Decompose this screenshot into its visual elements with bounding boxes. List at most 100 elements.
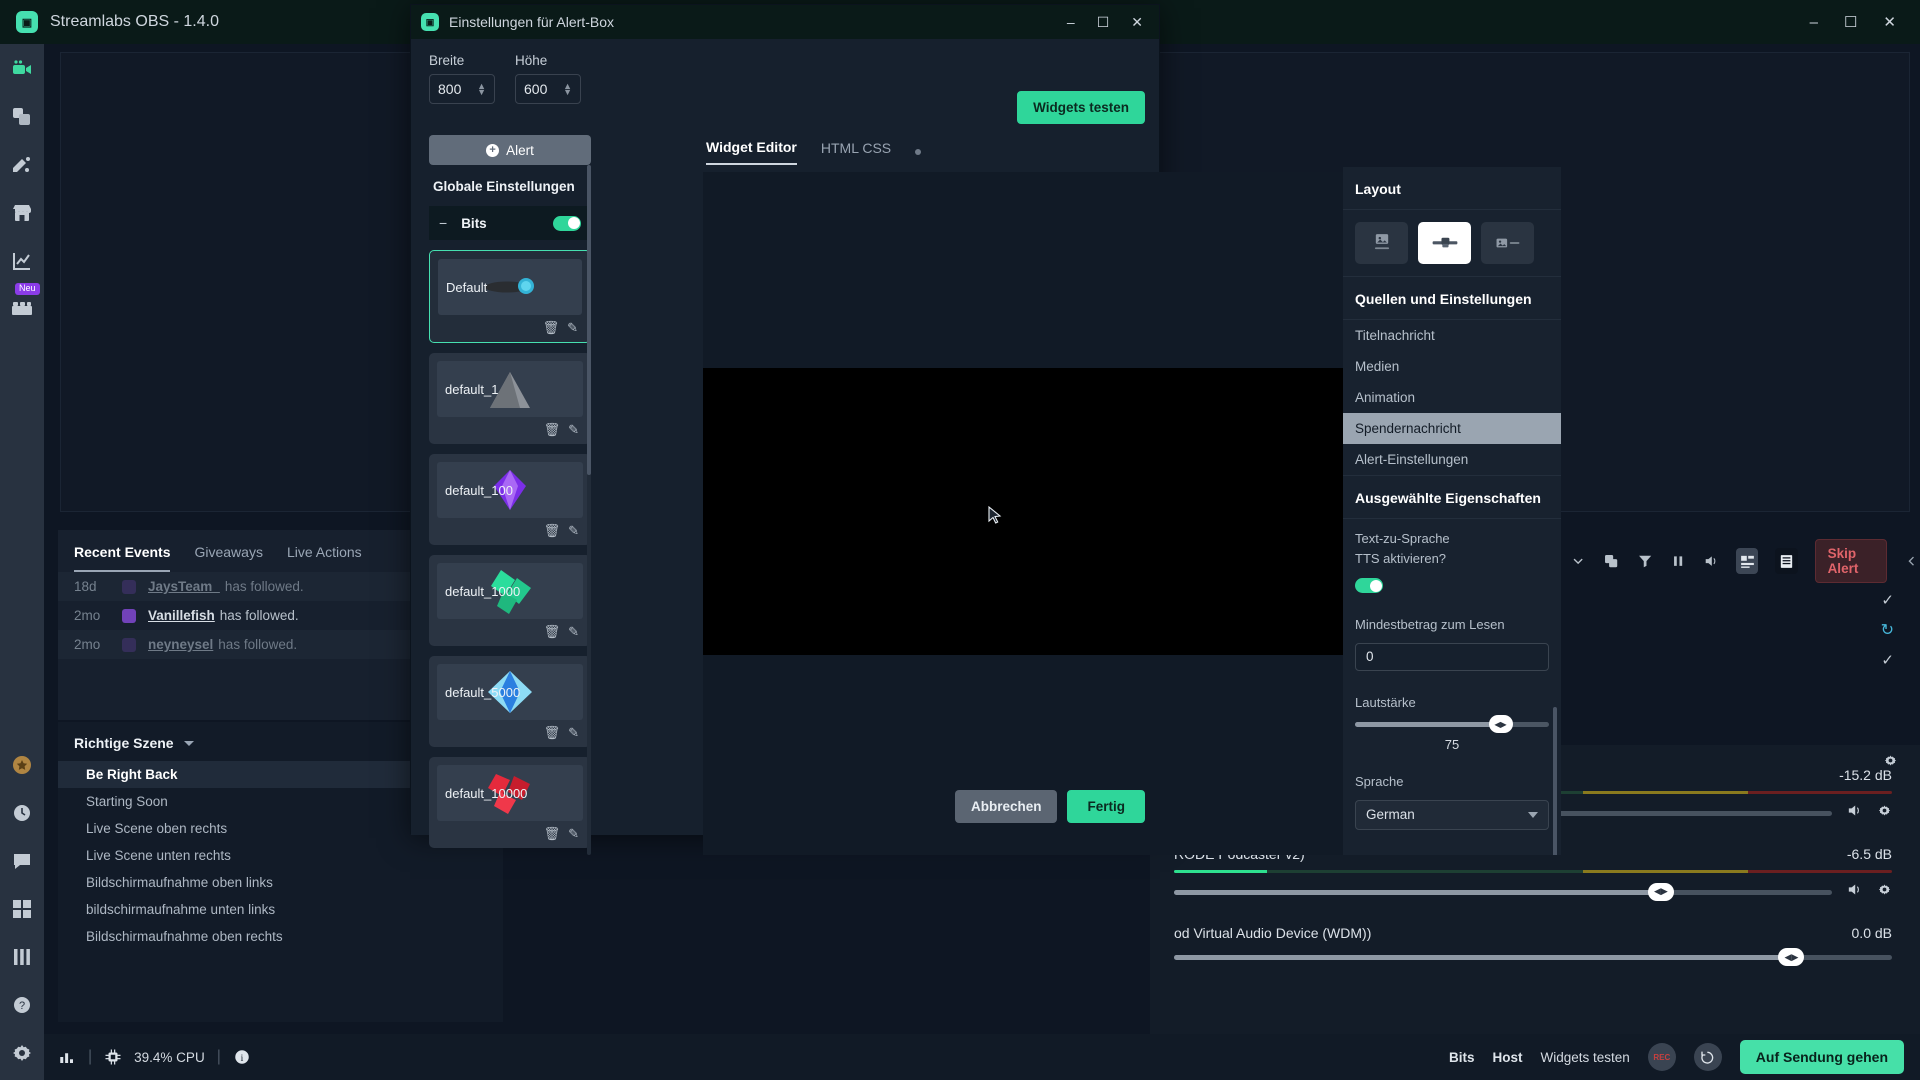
chevron-down-icon[interactable]	[1570, 550, 1586, 572]
delete-icon[interactable]: 🗑	[544, 624, 561, 640]
stepper-arrows-icon[interactable]: ▲ ▼	[477, 82, 486, 97]
delete-icon[interactable]: 🗑	[544, 523, 561, 539]
height-input[interactable]: 600 ▲ ▼	[515, 74, 581, 104]
channel-gear-icon[interactable]	[1877, 803, 1892, 823]
check-icon[interactable]: ✓	[1881, 651, 1894, 669]
pause-icon[interactable]	[1670, 550, 1686, 572]
clock-icon[interactable]	[9, 800, 35, 826]
tab-host[interactable]: Host	[1492, 1050, 1522, 1065]
dashboard-icon[interactable]	[9, 248, 35, 274]
variation-card[interactable]: default_1 🗑 ✎	[429, 353, 591, 444]
tab-recent-events[interactable]: Recent Events	[74, 544, 171, 572]
source-item-medien[interactable]: Medien	[1343, 351, 1561, 382]
minimize-icon[interactable]: –	[1810, 15, 1818, 30]
group-toggle[interactable]	[553, 215, 581, 231]
layout-list-icon[interactable]	[1775, 548, 1798, 574]
highlighter-icon[interactable]: Neu	[9, 283, 40, 322]
volume-icon[interactable]	[1703, 550, 1719, 572]
volume-knob[interactable]: ◀▶	[1778, 948, 1805, 966]
event-user[interactable]: JaysTeam_	[148, 579, 220, 594]
maximize-icon[interactable]: ☐	[1844, 15, 1857, 30]
edit-icon[interactable]: ✎	[568, 725, 579, 741]
layout-image-banner-option[interactable]	[1418, 222, 1471, 264]
volume-slider[interactable]: ◀▶	[1174, 948, 1892, 966]
layout-image-above-option[interactable]	[1355, 222, 1408, 264]
replay-buffer-icon[interactable]	[1693, 1043, 1722, 1071]
group-bits[interactable]: − Bits	[429, 206, 591, 240]
settings-gear-icon[interactable]	[9, 1040, 35, 1066]
tab-giveaways[interactable]: Giveaways	[194, 544, 262, 572]
source-item-spendernachricht[interactable]: Spendernachricht	[1343, 413, 1561, 444]
chevron-down-icon[interactable]	[183, 740, 194, 746]
record-button[interactable]: REC	[1647, 1043, 1676, 1071]
scene-item[interactable]: Bildschirmaufnahme oben links	[58, 869, 503, 896]
edit-icon[interactable]: ✎	[568, 624, 579, 640]
done-button[interactable]: Fertig	[1067, 790, 1145, 823]
filter-icon[interactable]	[1637, 550, 1653, 572]
scene-item[interactable]: Bildschirmaufnahme oben rechts	[58, 923, 503, 950]
settings-scrollbar-thumb[interactable]	[1553, 707, 1557, 855]
volume-knob[interactable]: ◀▶	[1647, 882, 1674, 901]
duplicate-icon[interactable]	[1603, 550, 1619, 572]
stats-icon[interactable]	[58, 1048, 76, 1066]
editor-icon[interactable]	[9, 152, 35, 178]
volume-knob[interactable]: ◀▶	[1488, 715, 1513, 733]
close-icon[interactable]: ✕	[1883, 15, 1896, 30]
tab-html-css[interactable]: HTML CSS	[821, 140, 891, 164]
source-item-animation[interactable]: Animation	[1343, 382, 1561, 413]
edit-icon[interactable]: ✎	[568, 422, 579, 438]
stepper-arrows-icon[interactable]: ▲ ▼	[563, 82, 572, 97]
collapse-panel-icon[interactable]	[1904, 550, 1920, 572]
event-user[interactable]: neyneysel	[148, 637, 213, 652]
help-icon[interactable]: ?	[9, 992, 35, 1018]
edit-icon[interactable]: ✎	[568, 826, 579, 842]
variation-card[interactable]: default_100 🗑 ✎	[429, 454, 591, 545]
delete-icon[interactable]: 🗑	[544, 826, 561, 842]
studio-icon[interactable]	[9, 56, 35, 82]
variations-scrollbar-thumb[interactable]	[587, 165, 591, 475]
width-input[interactable]: 800 ▲ ▼	[429, 74, 495, 104]
add-alert-button[interactable]: + Alert	[429, 135, 591, 165]
layout-image-side-option[interactable]	[1481, 222, 1534, 264]
dialog-close-icon[interactable]: ✕	[1131, 14, 1143, 31]
scene-item[interactable]: bildschirmaufnahme unten links	[58, 896, 503, 923]
themes-icon[interactable]	[9, 104, 35, 130]
test-widgets-button[interactable]: Widgets testen	[1017, 91, 1145, 124]
bars-icon[interactable]	[9, 944, 35, 970]
mute-icon[interactable]	[1846, 881, 1863, 903]
cancel-button[interactable]: Abbrechen	[954, 790, 1058, 823]
volume-slider[interactable]: ◀▶	[1174, 882, 1832, 901]
volume-slider[interactable]: ◀▶	[1355, 715, 1549, 733]
widget-canvas-top[interactable]	[703, 172, 1343, 368]
language-select[interactable]: German	[1355, 799, 1549, 830]
delete-icon[interactable]: 🗑	[543, 320, 560, 336]
delete-icon[interactable]: 🗑	[544, 422, 561, 438]
mute-icon[interactable]	[1846, 802, 1863, 824]
edit-icon[interactable]: ✎	[567, 320, 578, 336]
prime-icon[interactable]	[9, 752, 35, 778]
tts-toggle[interactable]	[1355, 578, 1383, 593]
variation-card[interactable]: default_5000 🗑 ✎	[429, 656, 591, 747]
edit-icon[interactable]: ✎	[568, 523, 579, 539]
skip-alert-button[interactable]: Skip Alert	[1814, 539, 1887, 583]
widget-canvas-bottom[interactable]	[703, 655, 1343, 855]
tab-bits[interactable]: Bits	[1449, 1050, 1475, 1065]
variation-card[interactable]: default_10000 🗑 ✎	[429, 757, 591, 848]
delete-icon[interactable]: 🗑	[544, 725, 561, 741]
source-item-alert-einstellungen[interactable]: Alert-Einstellungen	[1343, 444, 1561, 475]
tab-live-actions[interactable]: Live Actions	[287, 544, 362, 572]
channel-gear-icon[interactable]	[1877, 882, 1892, 902]
collapse-icon[interactable]: −	[439, 215, 447, 231]
tab-widget-editor[interactable]: Widget Editor	[706, 139, 797, 165]
chat-icon[interactable]	[9, 848, 35, 874]
info-icon[interactable]: i	[233, 1048, 251, 1066]
min-amount-input[interactable]: 0	[1355, 642, 1549, 671]
widget-canvas-preview[interactable]	[703, 368, 1343, 655]
check-icon[interactable]: ✓	[1881, 591, 1894, 609]
refresh-icon[interactable]: ↻	[1881, 620, 1894, 640]
test-widgets-link[interactable]: Widgets testen	[1540, 1050, 1629, 1065]
global-settings-item[interactable]: Globale Einstellungen	[429, 165, 591, 206]
go-live-button[interactable]: Auf Sendung gehen	[1739, 1040, 1904, 1074]
store-icon[interactable]	[9, 200, 35, 226]
grid-icon[interactable]	[9, 896, 35, 922]
